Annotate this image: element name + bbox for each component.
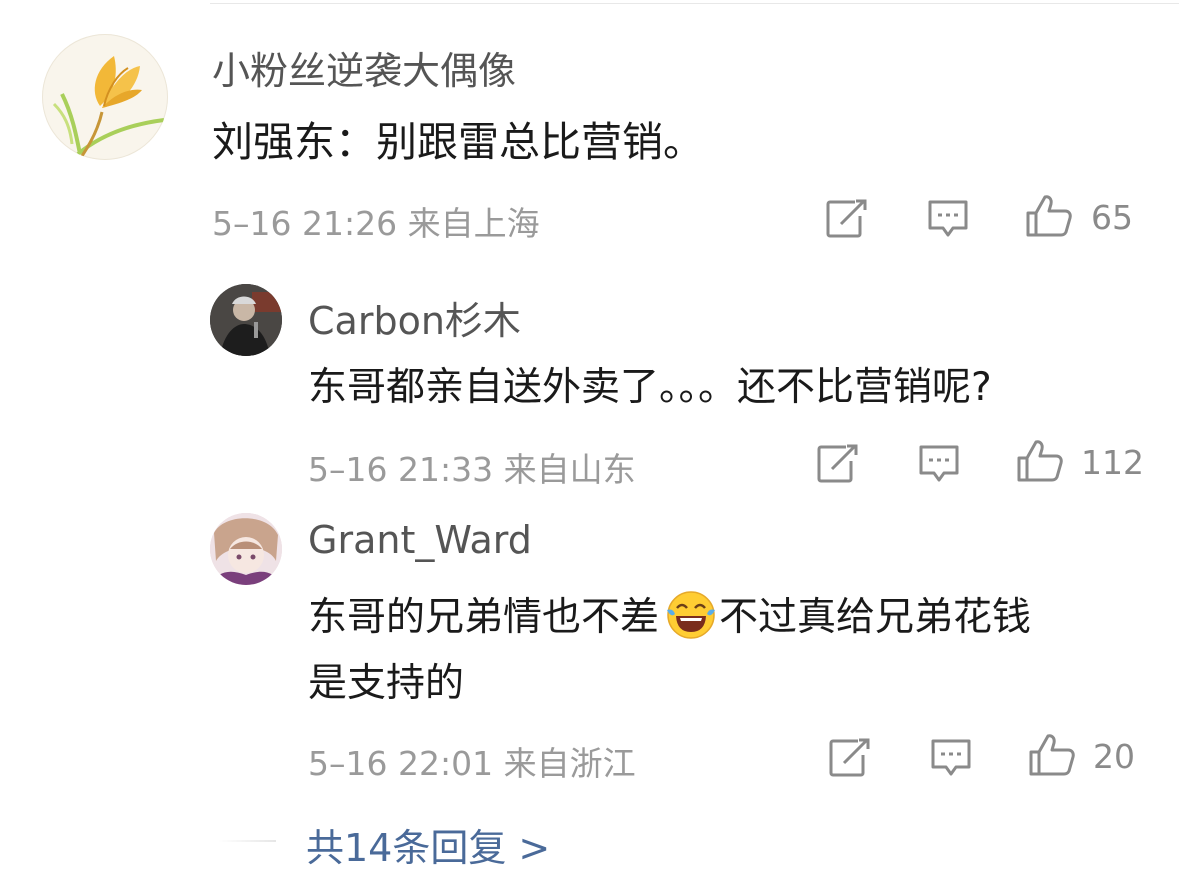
comment-text: 刘强东：别跟雷总比营销。	[212, 118, 704, 166]
reply-text-part: 东哥的兄弟情也不差	[308, 595, 660, 640]
person-photo-icon	[210, 284, 282, 356]
comment-bubble-icon[interactable]	[929, 737, 973, 779]
comment-bubble-icon[interactable]	[917, 443, 961, 485]
reply-like-count: 20	[1093, 737, 1135, 776]
comment-author[interactable]: 小粉丝逆袭大偶像	[212, 40, 516, 95]
thumbs-up-icon[interactable]	[1016, 439, 1064, 483]
reply-author[interactable]: Grant_Ward	[308, 518, 532, 562]
thumbs-up-icon[interactable]	[1028, 733, 1076, 777]
laugh-cry-emoji-icon	[667, 591, 716, 639]
top-divider	[210, 3, 1179, 4]
more-replies-link[interactable]: 共14条回复 >	[306, 817, 550, 872]
repost-icon[interactable]	[816, 443, 860, 483]
comment-like-count: 65	[1091, 198, 1133, 237]
comment-bubble-icon[interactable]	[926, 198, 970, 240]
reply-author[interactable]: Carbon杉木	[308, 290, 521, 345]
reply-text-line: 是支持的	[308, 661, 465, 706]
thumbs-up-icon[interactable]	[1025, 194, 1073, 238]
reply-avatar[interactable]	[210, 284, 282, 356]
divider	[218, 840, 276, 842]
anime-avatar-icon	[210, 513, 282, 585]
reply-text-part: 不过真给兄弟花钱	[719, 595, 1032, 640]
reply-like-count: 112	[1081, 443, 1144, 482]
comment-meta: 5–16 21:26 来自上海	[212, 204, 540, 243]
repost-icon[interactable]	[828, 737, 872, 777]
comment-avatar[interactable]	[42, 34, 168, 160]
reply-meta: 5–16 21:33 来自山东	[308, 450, 636, 489]
reply-meta: 5–16 22:01 来自浙江	[308, 744, 636, 783]
reply-avatar[interactable]	[210, 513, 282, 585]
reply-text: 东哥都亲自送外卖了。。。还不比营销呢?	[308, 365, 992, 410]
reply-text: 东哥的兄弟情也不差 不过真给兄弟花钱	[308, 586, 1031, 642]
repost-icon[interactable]	[825, 198, 869, 238]
flower-logo-icon	[52, 56, 165, 157]
